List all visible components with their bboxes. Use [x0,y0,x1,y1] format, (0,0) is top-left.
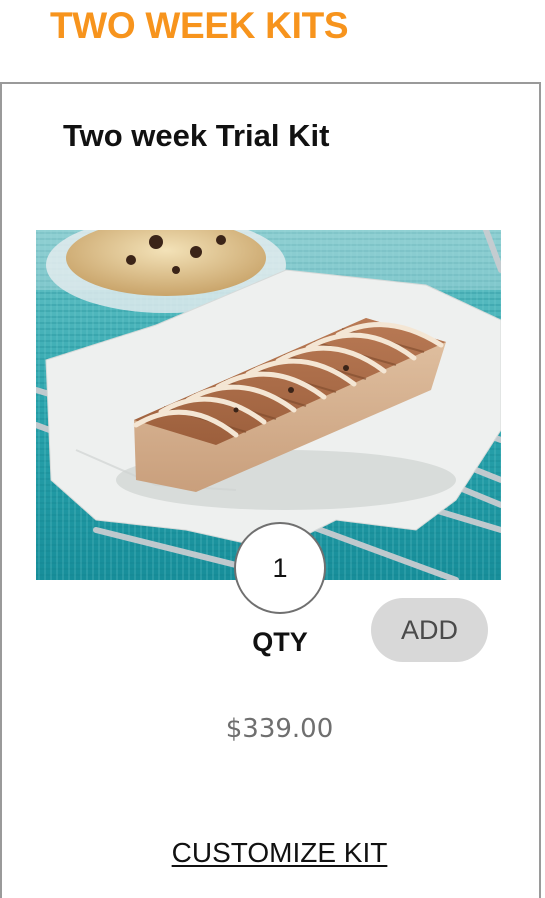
add-to-cart-button[interactable]: ADD [371,598,488,662]
section-title: TWO WEEK KITS [50,5,349,46]
product-card: Two week Trial Kit 1 QTY ADD $339.00 CUS… [0,82,541,898]
quantity-label: QTY [252,627,308,657]
quantity-input[interactable]: 1 [234,522,326,614]
page: TWO WEEK KITS Two week Trial Kit 1 QTY A… [0,0,545,898]
product-price: $339.00 [225,714,334,744]
product-title[interactable]: Two week Trial Kit [63,116,329,156]
customize-kit-link[interactable]: CUSTOMIZE KIT [2,836,543,870]
